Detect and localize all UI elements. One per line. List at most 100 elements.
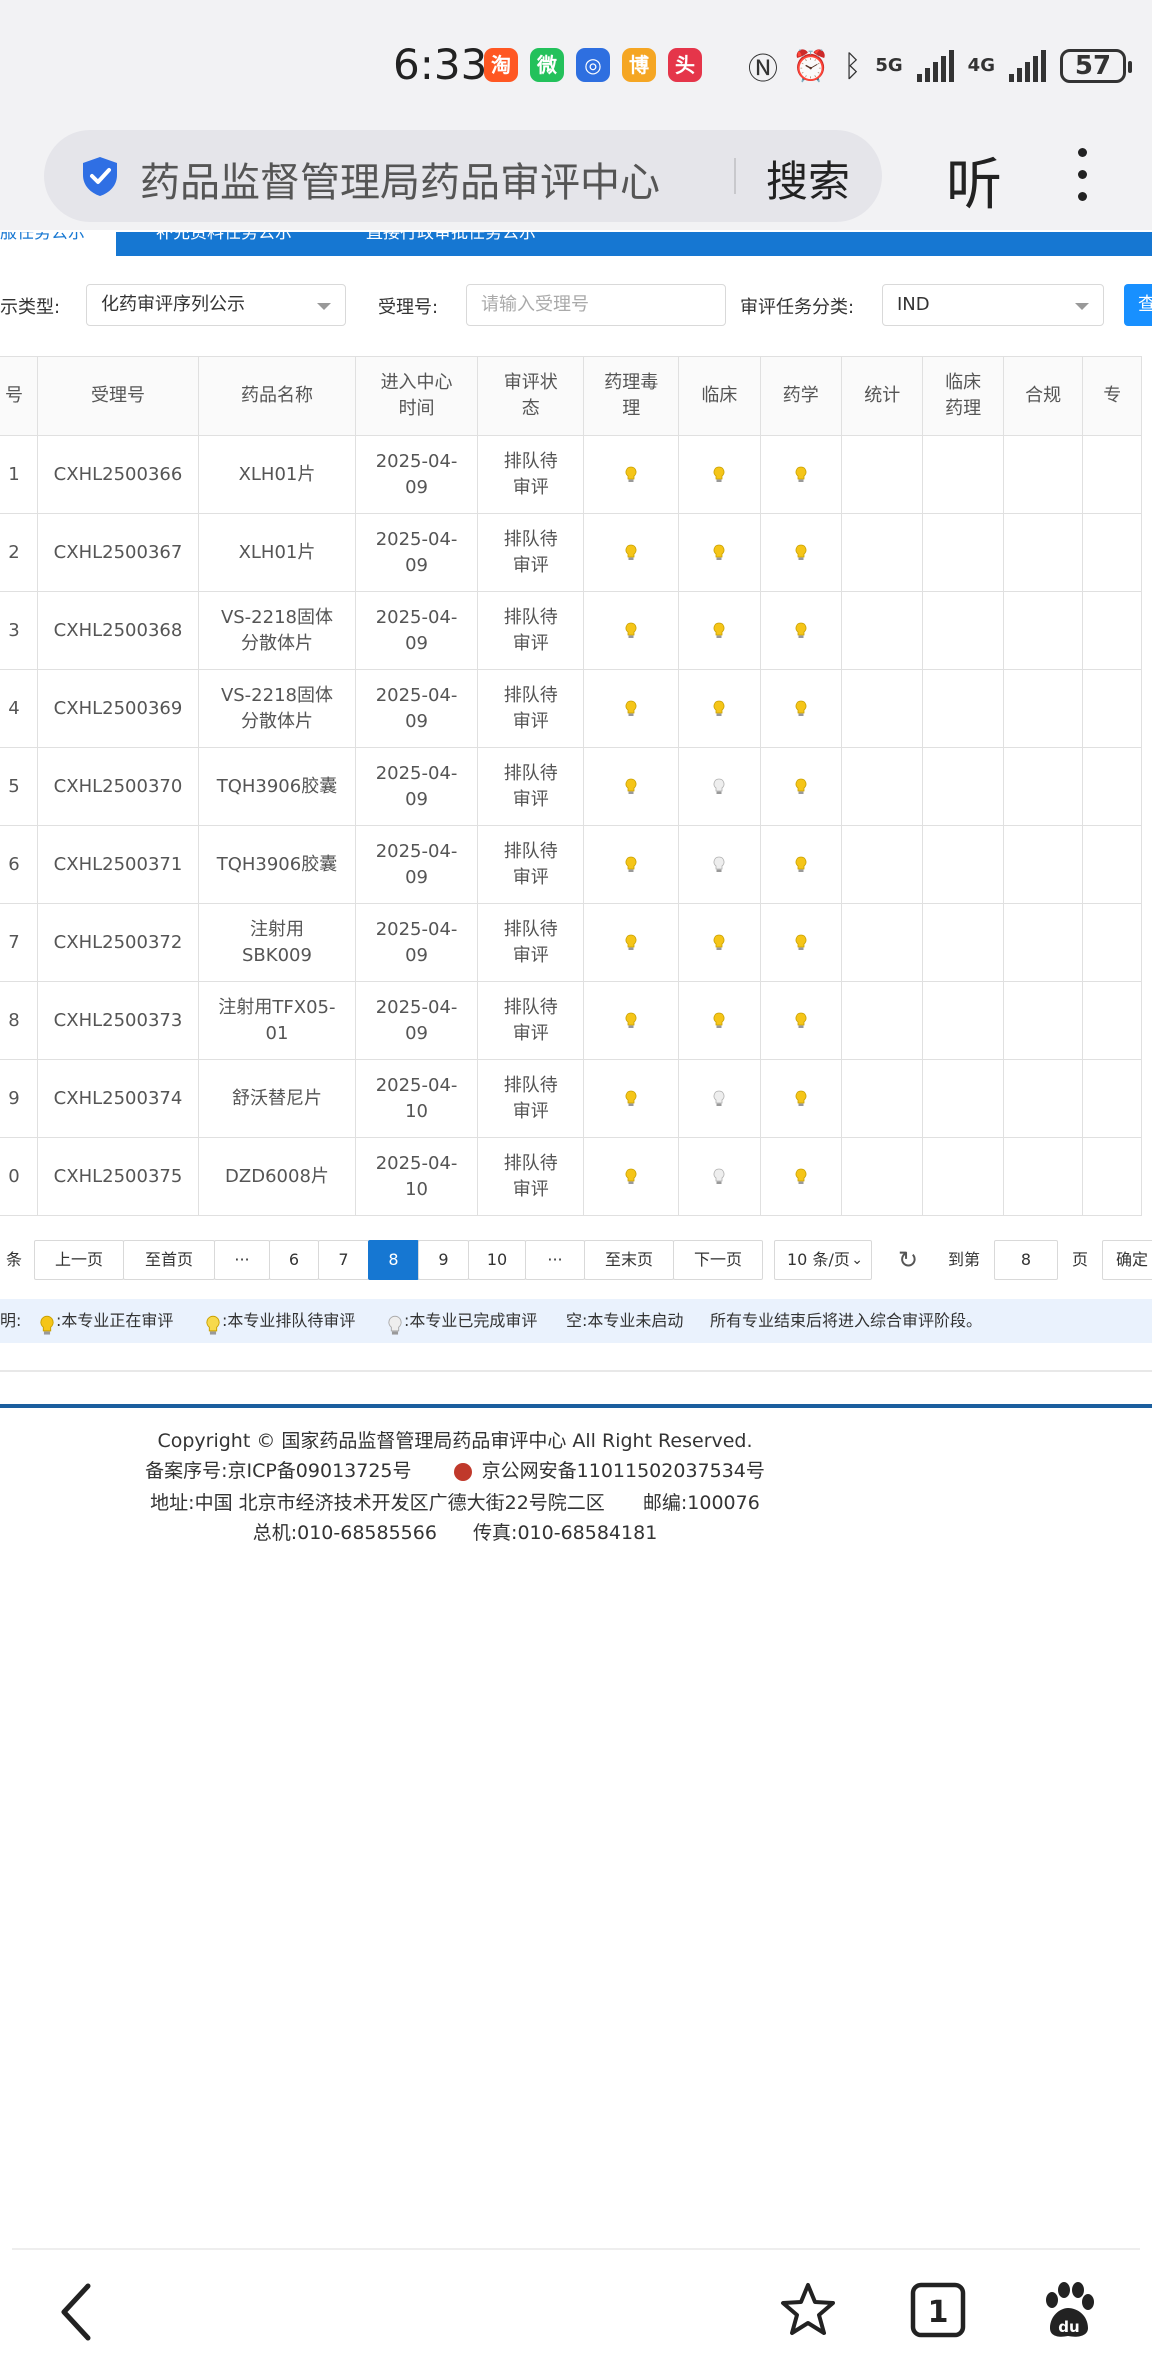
compliance-status-cell — [1002, 669, 1084, 748]
page-8-button[interactable]: 8 — [368, 1240, 419, 1280]
address-bar[interactable]: 药品监督管理局药品审评中心 搜索 — [44, 130, 882, 222]
bulb-queued-icon — [624, 464, 638, 485]
entry-date: 2025-04- 09 — [354, 513, 479, 592]
tabs-icon[interactable]: 1 — [908, 2280, 968, 2340]
page-7-button[interactable]: 7 — [318, 1240, 369, 1280]
refresh-icon[interactable]: ↻ — [898, 1240, 918, 1280]
entry-date: 2025-04- 09 — [354, 903, 479, 982]
table-row: 4 CXHL2500369 VS-2218固体 分散体片 2025-04- 09 排队待 审评 — [0, 669, 1142, 748]
acceptance-no: CXHL2500371 — [37, 825, 199, 904]
status-bar: 6:33 淘微 ◎ 博头 Ⓝ ⏰ ᛒ 5G 4G 57 — [0, 0, 1152, 130]
entry-date-text: 2025-04- — [375, 528, 458, 550]
drug-name-text: 注射用TFX05- — [218, 996, 336, 1018]
review-status-text: 审评 — [512, 476, 549, 498]
statistics-status-cell — [841, 981, 924, 1060]
statistics-status-cell — [841, 1137, 924, 1216]
next-page-button[interactable]: 下一页 — [673, 1240, 763, 1280]
column-header-text: 理 — [622, 398, 641, 419]
page-size-select[interactable]: 10 条/页 ⌄ — [774, 1240, 872, 1280]
drug-name-text: 注射用 — [249, 918, 304, 940]
pharm-tox-status-cell — [583, 435, 680, 514]
extra-status-cell — [1082, 513, 1142, 592]
row-number: 1 — [0, 435, 39, 514]
footer-registration: 备案序号:京ICP备09013725号 京公网安备11011502037534号 — [0, 1456, 910, 1483]
clinical-status-cell — [678, 825, 761, 904]
bulb-queued-icon — [712, 932, 726, 953]
bulb-queued-icon — [712, 542, 726, 563]
bulb-queued-icon — [712, 464, 726, 485]
bulb-queued-icon — [624, 932, 638, 953]
address-text[interactable]: 药品监督管理局药品审评中心 — [140, 150, 660, 208]
drug-name-text: TQH3906胶囊 — [216, 853, 338, 875]
entry-date-text: 2025-04- — [375, 450, 458, 472]
back-icon[interactable] — [56, 2280, 96, 2344]
column-header-text: 药品名称 — [240, 385, 313, 406]
bulb-queued-icon — [624, 1166, 638, 1187]
acceptance-no: CXHL2500373 — [37, 981, 199, 1060]
review-status-text: 排队待 — [503, 606, 558, 628]
acceptance-no-text: CXHL2500375 — [53, 1165, 183, 1187]
query-button[interactable]: 查 — [1124, 284, 1152, 326]
footer-copyright: Copyright © 国家药品监督管理局药品审评中心 All Right Re… — [157, 1430, 753, 1452]
row-number-text: 9 — [8, 1087, 20, 1109]
row-number-text: 8 — [8, 1009, 20, 1031]
column-header: 临床 药理 — [922, 356, 1004, 436]
row-number: 8 — [0, 981, 39, 1060]
row-number-text: 6 — [8, 853, 20, 875]
clinical-status-cell — [678, 1059, 761, 1138]
tab-supplement-tasks[interactable]: 补充资料任务公示 — [156, 232, 292, 256]
acceptance-no: CXHL2500369 — [37, 669, 199, 748]
last-page-button[interactable]: 至末页 — [584, 1240, 674, 1280]
column-header: 合规 — [1002, 356, 1084, 436]
page-6-button[interactable]: 6 — [269, 1240, 319, 1280]
prev-page-button[interactable]: 上一页 — [34, 1240, 124, 1280]
footer-fax: 传真:010-68584181 — [473, 1522, 658, 1544]
tab-review-tasks[interactable]: 服任务公示 — [0, 232, 116, 256]
acceptance-no-input[interactable]: 请输入受理号 — [466, 284, 726, 326]
column-header-text: 专 — [1103, 385, 1122, 406]
bookmark-star-icon[interactable] — [778, 2280, 838, 2340]
legend-bar: 明: :本专业正在审评 :本专业排队待审评 :本专业已完成审评 空:本专业未启动… — [0, 1299, 1152, 1343]
pharm-tox-status-cell — [583, 591, 680, 670]
statistics-status-cell — [841, 513, 924, 592]
clinical-status-cell — [678, 513, 761, 592]
more-menu-icon[interactable] — [1070, 148, 1094, 202]
footer-icp-link[interactable]: 备案序号:京ICP备09013725号 — [145, 1460, 411, 1482]
compliance-status-cell — [1002, 591, 1084, 670]
tab-direct-approval-tasks[interactable]: 直接行政审批任务公示 — [366, 232, 536, 256]
goto-page-input[interactable]: 8 — [994, 1240, 1058, 1280]
compliance-status-cell — [1002, 825, 1084, 904]
clinical-pharmacology-status-cell — [922, 903, 1004, 982]
bulb-done-icon — [712, 776, 726, 797]
bulb-done-icon — [712, 1166, 726, 1187]
table-row: 9 CXHL2500374 舒沃替尼片 2025-04- 10 排队待 审评 — [0, 1059, 1142, 1138]
review-status-text: 审评 — [512, 554, 549, 576]
confirm-button[interactable]: 确定 — [1102, 1240, 1152, 1280]
extra-status-cell — [1082, 1059, 1142, 1138]
acceptance-no-placeholder: 请输入受理号 — [481, 294, 589, 315]
column-header-text: 时间 — [398, 398, 435, 419]
page-ellipsis[interactable]: ··· — [525, 1240, 585, 1280]
chevron-down-icon — [317, 303, 331, 310]
review-status: 排队待 审评 — [477, 903, 585, 982]
task-category-select[interactable]: IND — [882, 284, 1104, 326]
acceptance-no-text: CXHL2500372 — [53, 931, 183, 953]
page-10-button[interactable]: 10 — [468, 1240, 526, 1280]
footer-address: 地址:中国 北京市经济技术开发区广德大街22号院二区 — [150, 1492, 605, 1514]
review-status-text: 排队待 — [503, 762, 558, 784]
baidu-paw-icon[interactable]: du — [1038, 2280, 1098, 2340]
cmc-status-cell — [759, 669, 843, 748]
search-button[interactable]: 搜索 — [766, 148, 850, 209]
listen-button[interactable]: 听 — [946, 140, 1002, 221]
footer-police-link[interactable]: 京公网安备11011502037534号 — [482, 1460, 765, 1482]
page-ellipsis[interactable]: ··· — [214, 1240, 270, 1280]
page-9-button[interactable]: 9 — [418, 1240, 469, 1280]
drug-name: VS-2218固体 分散体片 — [197, 591, 357, 670]
entry-date-text: 09 — [405, 554, 429, 576]
review-status-text: 审评 — [512, 944, 549, 966]
first-page-button[interactable]: 至首页 — [123, 1240, 215, 1280]
display-type-select[interactable]: 化药审评序列公示 — [86, 284, 346, 326]
bulb-queued-icon — [204, 1310, 222, 1354]
clinical-status-cell — [678, 1137, 761, 1216]
statistics-status-cell — [841, 669, 924, 748]
